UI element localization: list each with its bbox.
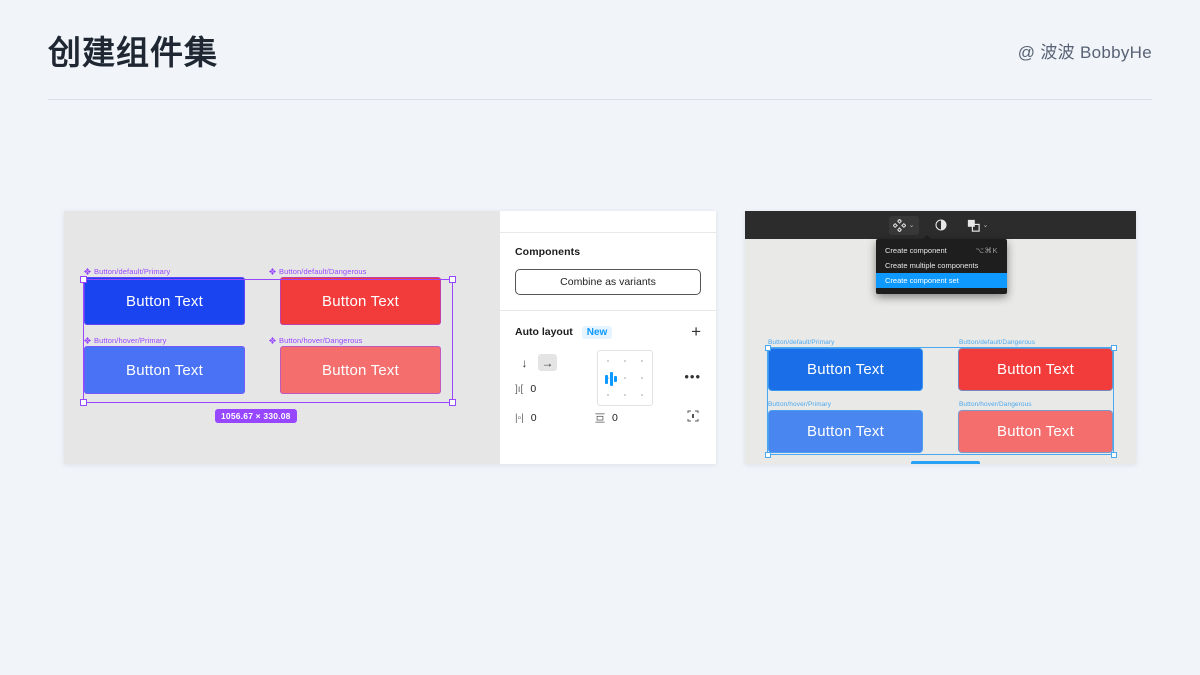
resize-handle-bottom-left[interactable] bbox=[764, 451, 771, 458]
selection-size-badge: 1056.67 × 330.08 bbox=[215, 409, 297, 423]
plus-icon[interactable]: + bbox=[691, 323, 701, 340]
vertical-padding-icon bbox=[595, 413, 605, 423]
arrow-right-icon[interactable]: → bbox=[538, 354, 557, 371]
auto-layout-controls: ↓ → ]ı[ 0 |▫| 0 0 ••• bbox=[515, 350, 701, 432]
menu-item-label: Create multiple components bbox=[885, 261, 979, 270]
menu-item-label: Create component bbox=[885, 246, 947, 255]
figma-screenshot-right: ⌄ ⌄ Create component ⌥⌘K Create multiple… bbox=[745, 211, 1136, 464]
create-component-context-menu: Create component ⌥⌘K Create multiple com… bbox=[876, 235, 1007, 294]
resize-handle-top-right[interactable] bbox=[1110, 344, 1117, 351]
components-heading: Components bbox=[515, 246, 581, 258]
resize-handle-bottom-left[interactable] bbox=[80, 399, 87, 406]
horizontal-padding-value: 0 bbox=[530, 412, 537, 424]
selection-frame[interactable] bbox=[764, 344, 1117, 458]
auto-layout-header: Auto layout New + bbox=[515, 323, 701, 340]
more-horizontal-icon[interactable]: ••• bbox=[684, 369, 701, 384]
create-component-toolbar-button[interactable]: ⌄ bbox=[888, 215, 919, 235]
inspector-top-strip bbox=[500, 211, 716, 233]
auto-layout-new-badge: New bbox=[581, 325, 613, 339]
component-diamond-icon bbox=[84, 268, 91, 275]
component-label-text: Button/default/Dangerous bbox=[279, 267, 367, 276]
page-title: 创建组件集 bbox=[48, 34, 218, 71]
author-handle: @ 波波 BobbyHe bbox=[1017, 43, 1152, 62]
slide-page: 创建组件集 @ 波波 BobbyHe Button/default/Primar… bbox=[0, 0, 1200, 675]
spacing-between-field[interactable]: ]ı[ 0 bbox=[515, 383, 536, 395]
arrow-down-icon[interactable]: ↓ bbox=[515, 354, 534, 371]
horizontal-padding-icon: |▫| bbox=[515, 412, 524, 424]
spacing-between-value: 0 bbox=[530, 383, 537, 395]
selection-size-badge: 1056.67 × 330.08 bbox=[911, 461, 980, 464]
alignment-grid-icon[interactable] bbox=[597, 350, 653, 406]
component-diamond-icon bbox=[269, 268, 276, 275]
component-label-default-primary[interactable]: Button/default/Primary bbox=[768, 339, 835, 346]
figma-screenshot-left: Button/default/Primary Button/default/Da… bbox=[64, 211, 716, 464]
vertical-padding-value: 0 bbox=[612, 412, 618, 424]
vertical-padding-field[interactable]: 0 bbox=[595, 412, 618, 424]
components-section: Components Combine as variants bbox=[500, 233, 716, 311]
menu-item-create-component[interactable]: Create component ⌥⌘K bbox=[876, 243, 1007, 258]
component-label-default-dangerous[interactable]: Button/default/Dangerous bbox=[959, 339, 1035, 346]
advanced-layout-icon[interactable] bbox=[687, 410, 699, 422]
component-label-default-primary[interactable]: Button/default/Primary bbox=[84, 267, 170, 276]
boolean-union-icon bbox=[967, 219, 980, 232]
use-as-mask-toolbar-button[interactable] bbox=[931, 216, 951, 234]
figma-toolbar: ⌄ ⌄ bbox=[745, 211, 1136, 239]
horizontal-padding-field[interactable]: |▫| 0 bbox=[515, 412, 537, 424]
menu-item-shortcut: ⌥⌘K bbox=[975, 246, 998, 255]
spacing-between-icon: ]ı[ bbox=[515, 383, 524, 395]
menu-arrow bbox=[923, 235, 931, 239]
component-label-text: Button/default/Primary bbox=[94, 267, 171, 276]
selection-frame[interactable] bbox=[80, 276, 456, 406]
boolean-groups-toolbar-button[interactable]: ⌄ bbox=[963, 216, 993, 235]
mask-contrast-icon bbox=[934, 219, 947, 231]
resize-handle-bottom-right[interactable] bbox=[449, 399, 456, 406]
menu-item-label: Create component set bbox=[885, 276, 959, 285]
combine-as-variants-button[interactable]: Combine as variants bbox=[515, 269, 701, 295]
chevron-down-icon: ⌄ bbox=[982, 222, 989, 229]
auto-layout-section: Auto layout New + ↓ → ]ı[ 0 |▫| 0 0 ••• bbox=[500, 311, 716, 444]
menu-item-create-multiple-components[interactable]: Create multiple components bbox=[876, 258, 1007, 273]
component-label-default-dangerous[interactable]: Button/default/Dangerous bbox=[269, 267, 366, 276]
header-divider bbox=[48, 99, 1152, 100]
figma-canvas-left: Button/default/Primary Button/default/Da… bbox=[64, 211, 499, 464]
resize-handle-top-right[interactable] bbox=[449, 276, 456, 283]
resize-handle-top-left[interactable] bbox=[764, 344, 771, 351]
inspector-panel: Components Combine as variants Auto layo… bbox=[499, 211, 716, 464]
chevron-down-icon: ⌄ bbox=[908, 222, 915, 229]
resize-handle-bottom-right[interactable] bbox=[1110, 451, 1117, 458]
resize-handle-top-left[interactable] bbox=[80, 276, 87, 283]
slide-header: 创建组件集 @ 波波 BobbyHe bbox=[0, 0, 1200, 100]
component-diamond-icon bbox=[892, 218, 906, 232]
alignment-indicator bbox=[605, 372, 617, 386]
auto-layout-heading: Auto layout bbox=[515, 326, 573, 338]
menu-item-create-component-set[interactable]: Create component set bbox=[876, 273, 1007, 288]
